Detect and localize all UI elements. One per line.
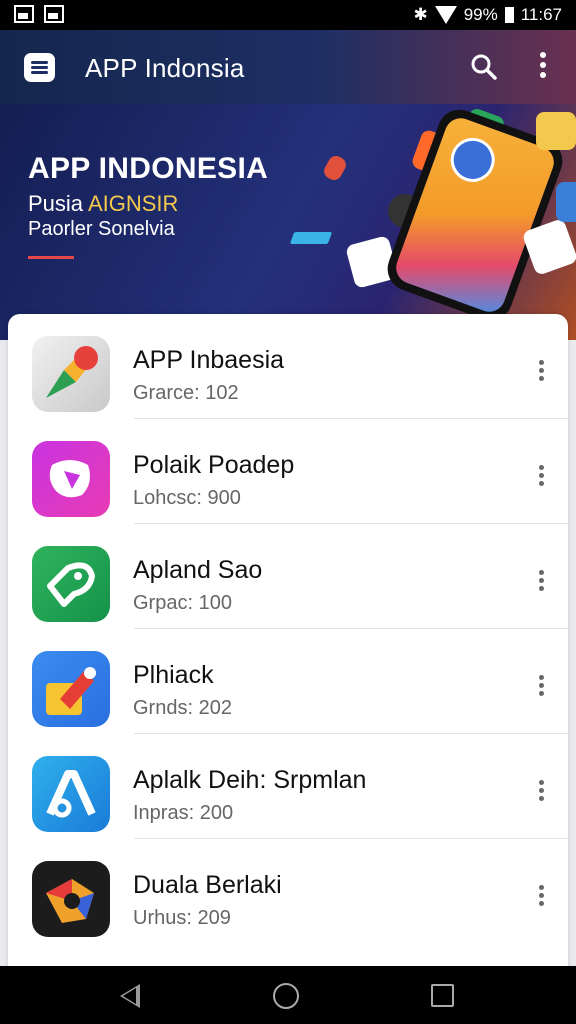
app-meta: Grarce: 102 (133, 382, 239, 404)
menu-button[interactable] (24, 53, 55, 82)
purple-app-icon (32, 441, 110, 517)
app-list: APP Inbaesia Grarce: 102 Polaik Poadep L… (8, 314, 568, 974)
app-meta: Lohcsc: 900 (133, 487, 241, 509)
app-bar: APP Indonsia (0, 30, 576, 104)
overflow-menu-icon[interactable] (534, 52, 552, 82)
blue-a-app-icon (32, 756, 110, 832)
app-meta: Grnds: 202 (133, 697, 232, 719)
app-meta: Inpras: 200 (133, 802, 234, 824)
status-bar: ✱ 99% 11:67 (0, 0, 576, 30)
app-name: Aplalk Deih: Srpmlan (133, 766, 367, 794)
clock-time: 11:67 (520, 5, 562, 24)
hero-title: APP INDONESIA (28, 152, 269, 185)
list-item[interactable]: Apland Sao Grpac: 100 (8, 524, 568, 629)
app-name: APP Inbaesia (133, 346, 285, 374)
battery-icon (504, 7, 514, 23)
more-options-icon[interactable] (536, 780, 546, 806)
app-name: Plhiack (133, 661, 214, 689)
app-name: Polaik Poadep (133, 451, 295, 479)
more-options-icon[interactable] (536, 465, 546, 491)
list-item[interactable]: Polaik Poadep Lohcsc: 900 (8, 419, 568, 524)
more-options-icon[interactable] (536, 570, 546, 596)
app-meta: Grpac: 100 (133, 592, 232, 614)
app-tile-icon (536, 112, 576, 150)
edit-app-icon (32, 651, 110, 727)
more-options-icon[interactable] (536, 885, 546, 911)
list-item[interactable]: Duala Berlaki Urhus: 209 (8, 839, 568, 944)
maps-icon (32, 336, 110, 412)
list-item[interactable]: APP Inbaesia Grarce: 102 (8, 314, 568, 419)
list-item[interactable]: Aplalk Deih: Srpmlan Inpras: 200 (8, 734, 568, 839)
bluetooth-icon: ✱ (413, 5, 428, 24)
shield-icon (556, 182, 576, 222)
navigation-bar (0, 966, 576, 1024)
app-name: Apland Sao (133, 556, 263, 584)
list-item[interactable]: Plhiack Grnds: 202 (8, 629, 568, 734)
wifi-icon (434, 6, 457, 24)
green-app-icon (32, 546, 110, 622)
app-meta: Urhus: 209 (133, 907, 231, 929)
hero-subtitle: Pusia AIGNSIR (28, 191, 179, 216)
blue-tile (289, 232, 333, 244)
search-icon[interactable] (470, 53, 498, 81)
more-options-icon[interactable] (536, 360, 546, 386)
recent-apps-icon[interactable] (431, 984, 454, 1007)
back-icon[interactable] (120, 984, 140, 1008)
gallery-icon (14, 5, 34, 23)
battery-percent: 99% (463, 5, 498, 24)
more-options-icon[interactable] (536, 675, 546, 701)
dark-app-icon (32, 861, 110, 937)
hero-banner: APP INDONESIA Pusia AIGNSIR Paorler Sone… (0, 104, 576, 340)
home-icon[interactable] (273, 983, 299, 1009)
hero-accent-line (28, 256, 74, 259)
app-title: APP Indonsia (85, 53, 245, 83)
arrow-shape (321, 153, 349, 183)
photo-icon (44, 5, 64, 23)
hero-caption: Paorler Sonelvia (28, 218, 175, 240)
app-name: Duala Berlaki (133, 871, 282, 899)
